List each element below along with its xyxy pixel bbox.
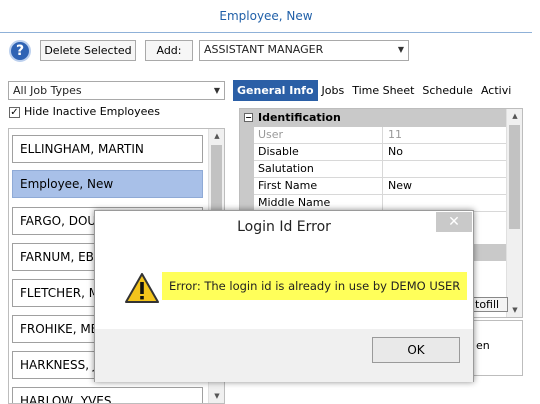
- chevron-down-icon: ▼: [213, 86, 220, 95]
- question-icon[interactable]: ?: [9, 40, 31, 62]
- close-icon[interactable]: ✕: [436, 212, 472, 232]
- ok-button[interactable]: OK: [372, 337, 460, 363]
- property-row-disable[interactable]: Disable No: [240, 144, 508, 161]
- property-row-salutation[interactable]: Salutation: [240, 161, 508, 178]
- row-gutter: [240, 178, 254, 195]
- dialog-footer: OK: [95, 329, 473, 382]
- window-title: Employee, New: [0, 0, 532, 33]
- add-button[interactable]: Add:: [145, 40, 193, 61]
- property-row-user[interactable]: User 11: [240, 127, 508, 144]
- property-key: User: [258, 127, 383, 144]
- tab-jobs[interactable]: Jobs: [318, 80, 349, 101]
- warning-icon: [125, 273, 159, 303]
- collapse-icon[interactable]: −: [244, 113, 253, 122]
- tab-schedule[interactable]: Schedule: [418, 80, 477, 101]
- property-row-first-name[interactable]: First Name New: [240, 178, 508, 195]
- detail-text-partial: en: [476, 339, 490, 352]
- list-item[interactable]: HARLOW, YVES: [12, 387, 203, 403]
- property-value: No: [388, 145, 403, 158]
- property-key: Salutation: [258, 161, 383, 178]
- scroll-down-icon[interactable]: ▼: [209, 389, 224, 403]
- add-role-select[interactable]: ASSISTANT MANAGER ▼: [199, 40, 409, 61]
- category-label: Identification: [258, 111, 341, 124]
- list-item[interactable]: Employee, New: [12, 170, 203, 198]
- tab-activities[interactable]: Activi: [477, 80, 515, 101]
- delete-selected-button[interactable]: Delete Selected: [40, 40, 136, 61]
- property-value: 11: [388, 128, 402, 141]
- scroll-up-icon[interactable]: ▲: [209, 129, 224, 143]
- dialog-title: Login Id Error: [237, 219, 331, 235]
- property-grid-scrollbar[interactable]: ▲ ▼: [506, 109, 522, 317]
- scroll-up-icon[interactable]: ▲: [507, 109, 522, 123]
- hide-inactive-checkbox[interactable]: ✓: [9, 107, 20, 118]
- job-type-value: All Job Types: [13, 84, 82, 97]
- error-message: Error: The login id is already in use by…: [162, 272, 468, 300]
- category-header[interactable]: − Identification: [240, 109, 508, 127]
- dialog-body: Error: The login id is already in use by…: [95, 243, 473, 329]
- row-gutter: [240, 161, 254, 178]
- job-type-select[interactable]: All Job Types ▼: [8, 81, 225, 100]
- tab-strip: General Info Jobs Time Sheet Schedule Activi: [233, 80, 540, 101]
- property-value: New: [388, 179, 412, 192]
- scroll-down-icon[interactable]: ▼: [507, 303, 522, 317]
- property-key: Disable: [258, 144, 383, 161]
- scroll-thumb[interactable]: [509, 125, 520, 229]
- tab-general-info[interactable]: General Info: [233, 80, 318, 101]
- hide-inactive-label: Hide Inactive Employees: [24, 105, 160, 118]
- row-gutter: [240, 127, 254, 144]
- tab-time-sheet[interactable]: Time Sheet: [348, 80, 418, 101]
- login-id-error-dialog: Login Id Error ✕ Error: The login id is …: [94, 210, 474, 382]
- list-item[interactable]: ELLINGHAM, MARTIN: [12, 135, 203, 163]
- row-gutter: [240, 144, 254, 161]
- add-role-value: ASSISTANT MANAGER: [204, 43, 324, 56]
- chevron-down-icon: ▼: [397, 45, 404, 54]
- property-key: First Name: [258, 178, 383, 195]
